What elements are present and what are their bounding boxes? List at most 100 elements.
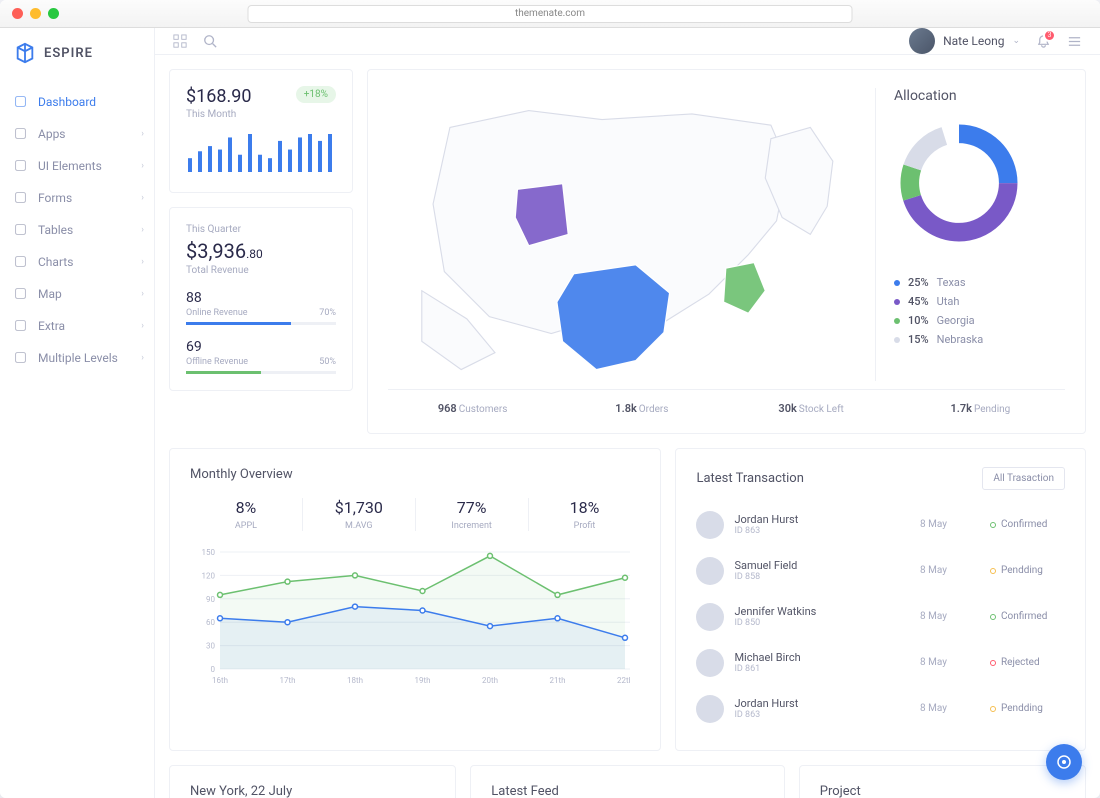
tx-name: Jordan Hurst — [734, 697, 910, 710]
transaction-row[interactable]: Michael BirchID 8618 MayRejected — [696, 640, 1065, 686]
topbar: Nate Leong ⌄ 3 — [155, 28, 1100, 55]
quarter-toplabel: This Quarter — [186, 224, 336, 235]
sidebar-label: Tables — [38, 223, 73, 237]
transaction-row[interactable]: Jennifer WatkinsID 8508 MayConfirmed — [696, 594, 1065, 640]
feed-card: Latest Feed JH Jordan Hurst — [470, 765, 785, 798]
quarter-sub: Total Revenue — [186, 265, 336, 276]
allocation-title: Allocation — [894, 88, 1065, 104]
svg-text:16th: 16th — [212, 676, 228, 685]
quarter-card: This Quarter $3,936.80 Total Revenue 88 … — [169, 207, 353, 391]
browser-chrome: themenate.com — [0, 0, 1100, 28]
user-menu[interactable]: Nate Leong ⌄ — [909, 28, 1020, 54]
tx-status: Pendding — [990, 703, 1065, 714]
user-name: Nate Leong — [943, 34, 1004, 48]
state-texas[interactable] — [557, 265, 670, 370]
sidebar: ESPIRE DashboardApps›UI Elements›Forms›T… — [0, 28, 155, 798]
tx-id: ID 861 — [734, 664, 910, 674]
chevron-right-icon: › — [141, 353, 144, 363]
sidebar-item-forms[interactable]: Forms › — [0, 182, 154, 214]
traffic-light-close[interactable] — [12, 8, 23, 19]
offline-pct: 50% — [319, 357, 336, 367]
tx-name: Jennifer Watkins — [734, 605, 910, 618]
chevron-right-icon: › — [141, 225, 144, 235]
bell-icon[interactable]: 3 — [1036, 34, 1051, 49]
project-card: Project Devolopment - Android App — [799, 765, 1086, 798]
sidebar-item-map[interactable]: Map › — [0, 278, 154, 310]
transaction-row[interactable]: Jordan HurstID 8638 MayConfirmed — [696, 502, 1065, 548]
sidebar-label: Extra — [38, 319, 65, 333]
home-icon — [14, 95, 28, 109]
grid-icon[interactable] — [173, 34, 187, 48]
sidebar-item-extra[interactable]: Extra› — [0, 310, 154, 342]
svg-text:150: 150 — [202, 548, 216, 557]
tx-avatar — [696, 511, 724, 539]
forms-icon — [14, 191, 28, 205]
month-card: $168.90 This Month +18% — [169, 69, 353, 193]
tx-avatar — [696, 557, 724, 585]
levels-icon — [14, 351, 28, 365]
logo-icon — [14, 42, 36, 64]
sidebar-label: Dashboard — [38, 95, 96, 109]
map-stat: 30kStock Left — [727, 402, 896, 415]
sidebar-label: Map — [38, 287, 62, 301]
chevron-down-icon: ⌄ — [1012, 36, 1020, 46]
svg-text:18th: 18th — [347, 676, 363, 685]
overview-title: Monthly Overview — [190, 467, 640, 482]
tx-status: Confirmed — [990, 519, 1065, 530]
svg-text:90: 90 — [206, 595, 215, 604]
online-num: 88 — [186, 290, 336, 306]
brand[interactable]: ESPIRE — [0, 28, 154, 78]
offline-num: 69 — [186, 339, 336, 355]
state-georgia[interactable] — [724, 263, 766, 314]
chevron-right-icon: › — [141, 161, 144, 171]
transaction-row[interactable]: Jordan HurstID 8638 MayPendding — [696, 686, 1065, 732]
tx-date: 8 May — [920, 703, 980, 714]
transactions-card: Latest Transaction All Trasaction Jordan… — [675, 448, 1086, 751]
overview-stat: $1,730M.AVG — [303, 498, 416, 531]
sidebar-item-apps[interactable]: Apps› — [0, 118, 154, 150]
chevron-right-icon: › — [141, 289, 144, 299]
traffic-light-max[interactable] — [48, 8, 59, 19]
traffic-light-min[interactable] — [30, 8, 41, 19]
overview-card: Monthly Overview 8%APPL$1,730M.AVG77%Inc… — [169, 448, 661, 751]
sidebar-item-ui-elements[interactable]: UI Elements› — [0, 150, 154, 182]
tables-icon — [14, 223, 28, 237]
weather-card: New York, 22 July 28° ☀️ — [169, 765, 456, 798]
chevron-right-icon: › — [141, 193, 144, 203]
month-sparkline — [186, 130, 336, 172]
quarter-value: $3,936.80 — [186, 239, 336, 263]
sidebar-item-multiple-levels[interactable]: Multiple Levels› — [0, 342, 154, 374]
menu-icon[interactable] — [1067, 34, 1082, 49]
svg-text:0: 0 — [211, 665, 216, 674]
offline-label: Offline Revenue — [186, 357, 248, 367]
online-pct: 70% — [319, 308, 336, 318]
sidebar-item-charts[interactable]: Charts› — [0, 246, 154, 278]
fab-button[interactable] — [1046, 744, 1082, 780]
all-transactions-button[interactable]: All Trasaction — [982, 467, 1065, 490]
tx-title: Latest Transaction — [696, 471, 803, 486]
us-map[interactable] — [388, 88, 861, 381]
sidebar-item-tables[interactable]: Tables › — [0, 214, 154, 246]
sidebar-item-dashboard[interactable]: Dashboard — [0, 86, 154, 118]
map-stat: 968Customers — [388, 402, 557, 415]
url-bar[interactable]: themenate.com — [248, 5, 853, 23]
notif-badge: 3 — [1043, 29, 1056, 42]
tx-avatar — [696, 603, 724, 631]
tx-avatar — [696, 649, 724, 677]
search-icon[interactable] — [203, 34, 217, 48]
svg-text:60: 60 — [206, 618, 215, 627]
chevron-right-icon: › — [141, 257, 144, 267]
map-stat: 1.7kPending — [896, 402, 1065, 415]
overview-chart: 030609012015016th17th18th19th20th21th22t… — [190, 547, 630, 687]
sidebar-label: Forms — [38, 191, 72, 205]
legend-item: 45% Utah — [894, 295, 1065, 308]
avatar — [909, 28, 935, 54]
transaction-row[interactable]: Samuel FieldID 8588 MayPendding — [696, 548, 1065, 594]
tx-date: 8 May — [920, 657, 980, 668]
tx-date: 8 May — [920, 565, 980, 576]
tx-name: Michael Birch — [734, 651, 910, 664]
tx-status: Confirmed — [990, 611, 1065, 622]
sidebar-label: Apps — [38, 127, 66, 141]
map-card: Allocation 25% Texas45% Utah10% Georgia1… — [367, 69, 1086, 434]
month-label: This Month — [186, 109, 251, 120]
